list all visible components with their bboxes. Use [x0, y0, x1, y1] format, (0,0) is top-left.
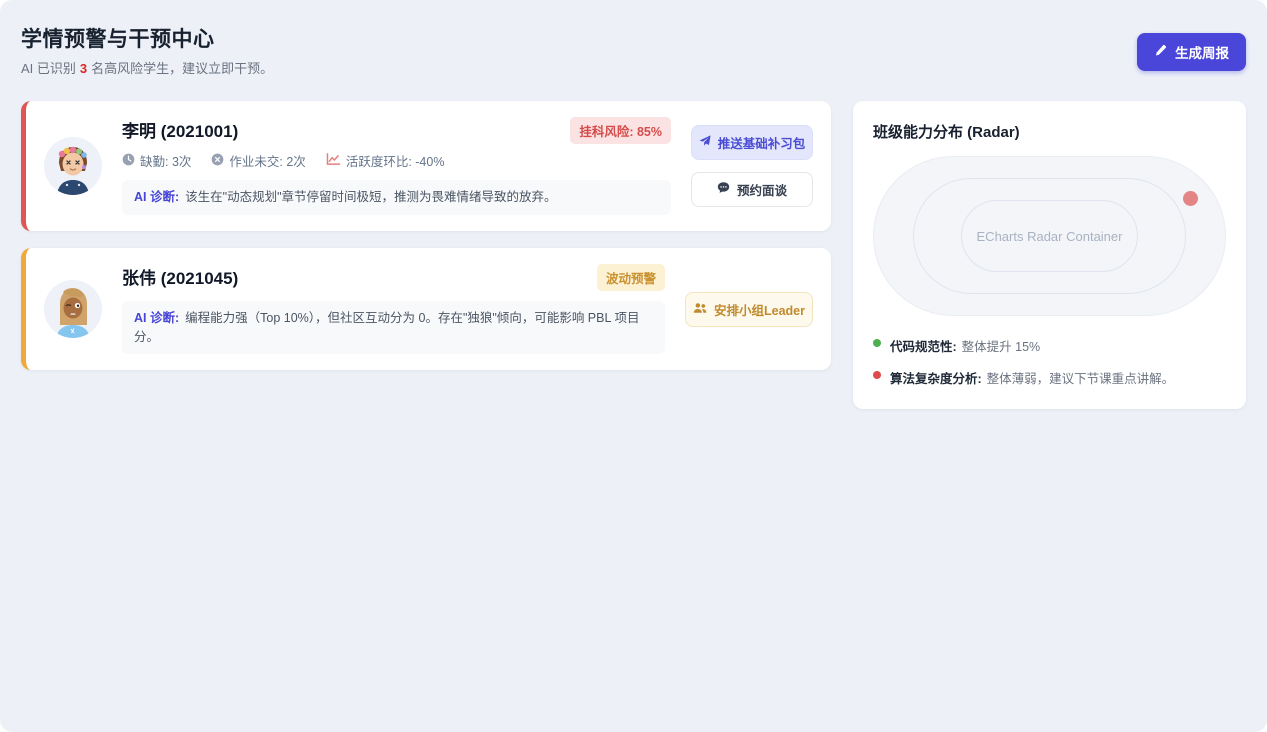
student-name: 张伟 (2021045)	[122, 264, 238, 289]
main-content: 李明 (2021001) 挂科风险: 85% 缺勤: 3次	[21, 101, 1246, 409]
student-card-list: 李明 (2021001) 挂科风险: 85% 缺勤: 3次	[21, 101, 831, 370]
insight-algorithm-complexity: 算法复杂度分析:整体薄弱，建议下节课重点讲解。	[873, 368, 1226, 387]
pencil-icon	[1154, 44, 1167, 60]
student-card-body: 张伟 (2021045) 波动预警 AI 诊断:编程能力强（Top 10%），但…	[122, 264, 665, 355]
users-icon	[693, 302, 707, 317]
insight-code-style: 代码规范性:整体提升 15%	[873, 336, 1226, 355]
ai-diagnosis-text: 该生在"动态规划"章节停留时间极短，推测为畏难情绪导致的放弃。	[185, 190, 556, 204]
stat-absence: 缺勤: 3次	[122, 151, 191, 170]
stat-missing-homework: 作业未交: 2次	[211, 151, 305, 170]
ai-diagnosis-text: 编程能力强（Top 10%），但社区互动分为 0。存在"独狼"倾向，可能影响 P…	[134, 311, 639, 344]
subtitle-prefix: AI 已识别	[21, 61, 76, 76]
class-ability-panel: 班级能力分布 (Radar) ECharts Radar Container 代…	[853, 101, 1246, 409]
warning-center-page: 学情预警与干预中心 AI 已识别 3 名高风险学生，建议立即干预。 生成周报	[0, 0, 1267, 732]
ai-diagnosis: AI 诊断:编程能力强（Top 10%），但社区互动分为 0。存在"独狼"倾向，…	[122, 301, 665, 355]
x-circle-icon	[211, 153, 224, 169]
insight-content: 代码规范性:整体提升 15%	[890, 336, 1040, 355]
chat-bubble-icon	[717, 181, 730, 197]
red-dot-icon	[873, 371, 881, 379]
clock-icon	[122, 153, 135, 169]
student-card-body: 李明 (2021001) 挂科风险: 85% 缺勤: 3次	[122, 117, 671, 215]
name-row: 张伟 (2021045) 波动预警	[122, 264, 665, 291]
fluctuation-badge: 波动预警	[597, 264, 665, 291]
radar-column: 班级能力分布 (Radar) ECharts Radar Container 代…	[853, 101, 1246, 409]
card-actions: 安排小组Leader	[685, 292, 813, 327]
trend-line-icon	[326, 153, 341, 169]
header-text-block: 学情预警与干预中心 AI 已识别 3 名高风险学生，建议立即干预。	[21, 20, 273, 77]
name-row: 李明 (2021001) 挂科风险: 85%	[122, 117, 671, 144]
stats-row: 缺勤: 3次 作业未交: 2次 活跃度环比: -40	[122, 151, 671, 170]
radar-data-point-dot	[1183, 191, 1198, 206]
page-subtitle: AI 已识别 3 名高风险学生，建议立即干预。	[21, 58, 273, 77]
assign-group-leader-button[interactable]: 安排小组Leader	[685, 292, 813, 327]
subtitle-suffix: 名高风险学生，建议立即干预。	[91, 61, 273, 76]
generate-weekly-report-button[interactable]: 生成周报	[1137, 33, 1246, 71]
radar-placeholder-text: ECharts Radar Container	[873, 156, 1226, 316]
insight-content: 算法复杂度分析:整体薄弱，建议下节课重点讲解。	[890, 368, 1174, 387]
card-actions: 推送基础补习包 预约面谈	[691, 125, 813, 207]
avatar-zhangwei	[44, 280, 102, 338]
green-dot-icon	[873, 339, 881, 347]
paper-plane-icon	[699, 135, 711, 150]
generate-report-label: 生成周报	[1175, 42, 1229, 62]
page-header: 学情预警与干预中心 AI 已识别 3 名高风险学生，建议立即干预。 生成周报	[21, 20, 1246, 77]
insight-list: 代码规范性:整体提升 15% 算法复杂度分析:整体薄弱，建议下节课重点讲解。	[873, 336, 1226, 387]
student-name: 李明 (2021001)	[122, 117, 238, 142]
avatar-liming	[44, 137, 102, 195]
stat-activity-trend: 活跃度环比: -40%	[326, 151, 445, 170]
ai-diagnosis: AI 诊断: 该生在"动态规划"章节停留时间极短，推测为畏难情绪导致的放弃。	[122, 180, 671, 215]
risk-badge: 挂科风险: 85%	[570, 117, 671, 144]
radar-chart-container: ECharts Radar Container	[873, 156, 1226, 316]
page-title: 学情预警与干预中心	[21, 23, 273, 53]
ai-diagnosis-label: AI 诊断:	[134, 311, 179, 325]
panel-title: 班级能力分布 (Radar)	[873, 121, 1226, 142]
student-card-liming: 李明 (2021001) 挂科风险: 85% 缺勤: 3次	[21, 101, 831, 231]
student-card-zhangwei: 张伟 (2021045) 波动预警 AI 诊断:编程能力强（Top 10%），但…	[21, 248, 831, 371]
ai-diagnosis-label: AI 诊断:	[134, 190, 179, 204]
schedule-interview-button[interactable]: 预约面谈	[691, 172, 813, 207]
push-remedial-pack-button[interactable]: 推送基础补习包	[691, 125, 813, 160]
high-risk-count: 3	[80, 61, 87, 76]
